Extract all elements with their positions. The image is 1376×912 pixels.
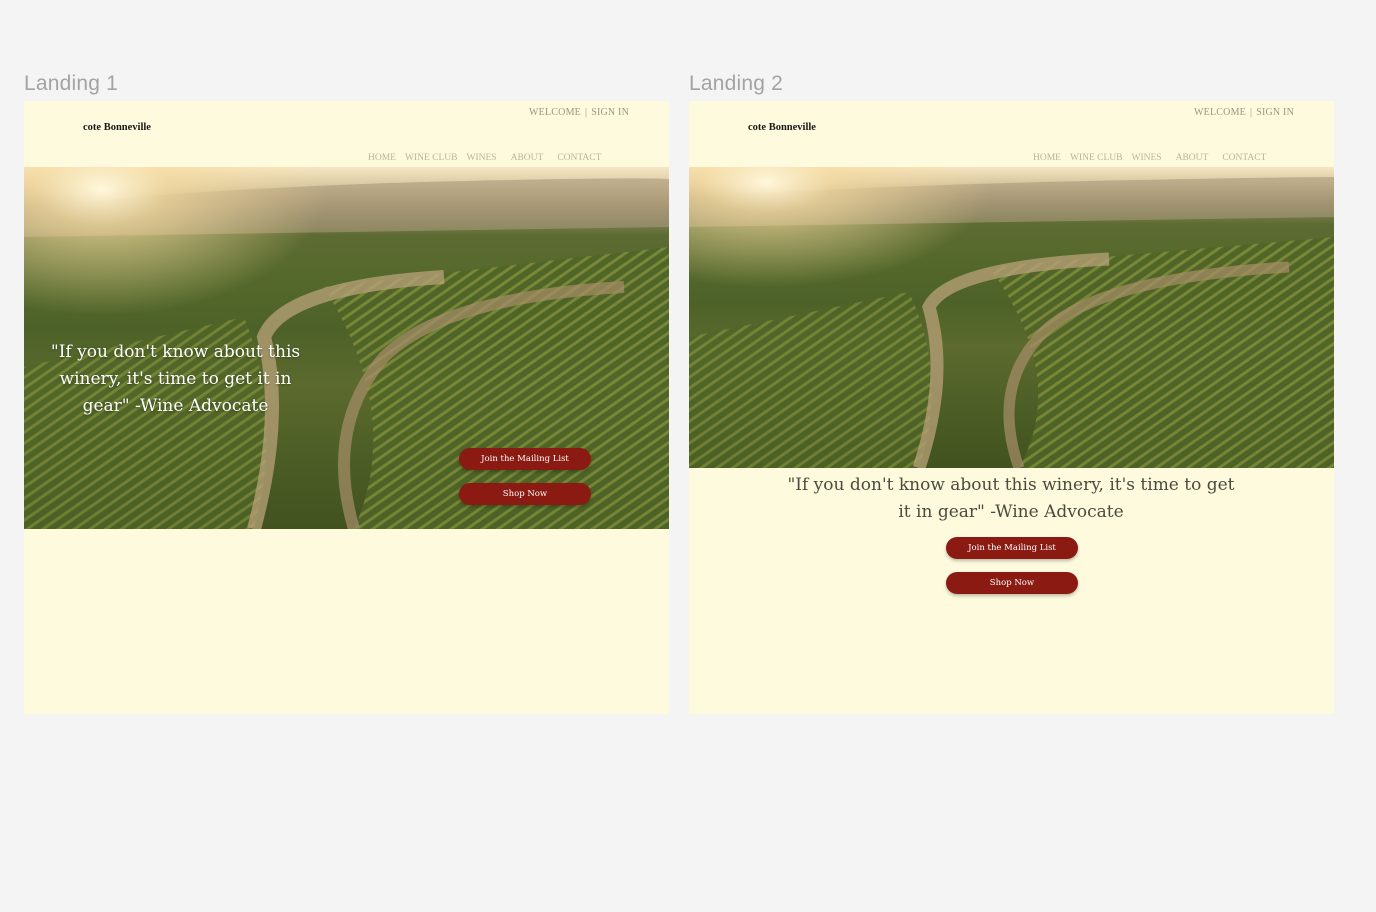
shop-now-button[interactable]: Shop Now bbox=[459, 483, 591, 505]
separator: | bbox=[1250, 107, 1253, 118]
main-nav: HOME WINE CLUB WINES ABOUT CONTACT bbox=[1033, 153, 1275, 163]
nav-contact[interactable]: CONTACT bbox=[557, 153, 601, 163]
landing-2-frame: WELCOME | SIGN IN cote Bonneville HOME WINE… bbox=[689, 101, 1334, 714]
nav-contact[interactable]: CONTACT bbox=[1222, 153, 1266, 163]
join-mailing-list-button[interactable]: Join the Mailing List bbox=[946, 537, 1078, 559]
nav-wines[interactable]: WINES bbox=[467, 153, 497, 163]
separator: | bbox=[585, 107, 588, 118]
welcome-link[interactable]: WELCOME bbox=[1194, 107, 1246, 118]
sign-in-link[interactable]: SIGN IN bbox=[1256, 107, 1294, 118]
welcome-link[interactable]: WELCOME bbox=[529, 107, 581, 118]
hero-vineyard-image: "If you don't know about this winery, it… bbox=[24, 167, 669, 529]
site-logo[interactable]: cote Bonneville bbox=[83, 122, 151, 133]
hero-vineyard-image bbox=[689, 167, 1334, 468]
shop-now-button[interactable]: Shop Now bbox=[946, 572, 1078, 594]
nav-wines[interactable]: WINES bbox=[1132, 153, 1162, 163]
hero-quote: "If you don't know about this winery, it… bbox=[787, 475, 1235, 522]
nav-home[interactable]: HOME bbox=[1033, 153, 1061, 163]
main-nav: HOME WINE CLUB WINES ABOUT CONTACT bbox=[368, 153, 610, 163]
site-logo[interactable]: cote Bonneville bbox=[748, 122, 816, 133]
sign-in-link[interactable]: SIGN IN bbox=[591, 107, 629, 118]
nav-about[interactable]: ABOUT bbox=[1176, 153, 1209, 163]
welcome-signin-bar: WELCOME | SIGN IN bbox=[529, 107, 629, 118]
hero-quote: "If you don't know about this winery, it… bbox=[50, 342, 301, 416]
nav-wine-club[interactable]: WINE CLUB bbox=[405, 153, 458, 163]
frame-label-landing-1: Landing 1 bbox=[24, 72, 119, 95]
nav-about[interactable]: ABOUT bbox=[511, 153, 544, 163]
nav-home[interactable]: HOME bbox=[368, 153, 396, 163]
landing-1-frame: WELCOME | SIGN IN cote Bonneville HOME WINE… bbox=[24, 101, 669, 714]
welcome-signin-bar: WELCOME | SIGN IN bbox=[1194, 107, 1294, 118]
nav-wine-club[interactable]: WINE CLUB bbox=[1070, 153, 1123, 163]
frame-label-landing-2: Landing 2 bbox=[689, 72, 784, 95]
join-mailing-list-button[interactable]: Join the Mailing List bbox=[459, 448, 591, 470]
vineyard-illustration bbox=[689, 167, 1334, 468]
